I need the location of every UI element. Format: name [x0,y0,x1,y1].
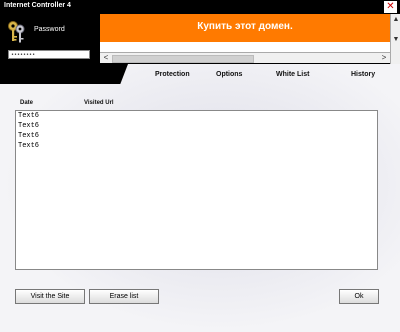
erase-list-button[interactable]: Erase list [89,289,159,304]
main-content: Protection Options White List History Da… [0,64,400,332]
banner-vertical-scrollbar[interactable]: ▲ ▼ [390,14,400,64]
banner-area [100,42,390,52]
window-title: Internet Controller 4 [4,2,71,9]
tab-history[interactable]: History [351,71,375,78]
history-list[interactable]: Text6 Text6 Text6 Text6 [15,110,378,270]
column-header-url: Visited Url [84,100,114,106]
banner-text: Купить этот домен. [197,21,293,32]
ad-banner[interactable]: Купить этот домен. [100,14,390,42]
banner-horizontal-scrollbar[interactable]: < > [100,52,390,63]
keys-icon [8,21,25,43]
column-header-date: Date [20,100,34,106]
tab-white-list[interactable]: White List [276,71,309,78]
title-bar: Internet Controller 4 ✕ [0,0,400,14]
list-item[interactable]: Text6 [16,131,377,141]
tab-options[interactable]: Options [216,71,242,78]
login-panel: Password •••••••• [0,14,98,64]
scroll-thumb[interactable] [112,55,254,63]
close-button[interactable]: ✕ [384,1,397,13]
tab-protection[interactable]: Protection [155,71,190,78]
scroll-left-icon[interactable]: < [101,53,111,63]
password-field[interactable]: •••••••• [8,50,90,59]
visit-site-button[interactable]: Visit the Site [15,289,85,304]
app-window: Internet Controller 4 ✕ Password •••••••… [0,0,400,332]
scroll-up-icon[interactable]: ▲ [392,16,400,24]
scroll-right-icon[interactable]: > [379,53,389,63]
password-label: Password [34,26,65,33]
list-item[interactable]: Text6 [16,141,377,151]
ok-button[interactable]: Ok [339,289,379,304]
list-item[interactable]: Text6 [16,111,377,121]
tab-bar: Protection Options White List History [0,64,400,84]
tab-bar-notch [0,64,128,84]
scroll-down-icon[interactable]: ▼ [392,36,400,44]
list-item[interactable]: Text6 [16,121,377,131]
